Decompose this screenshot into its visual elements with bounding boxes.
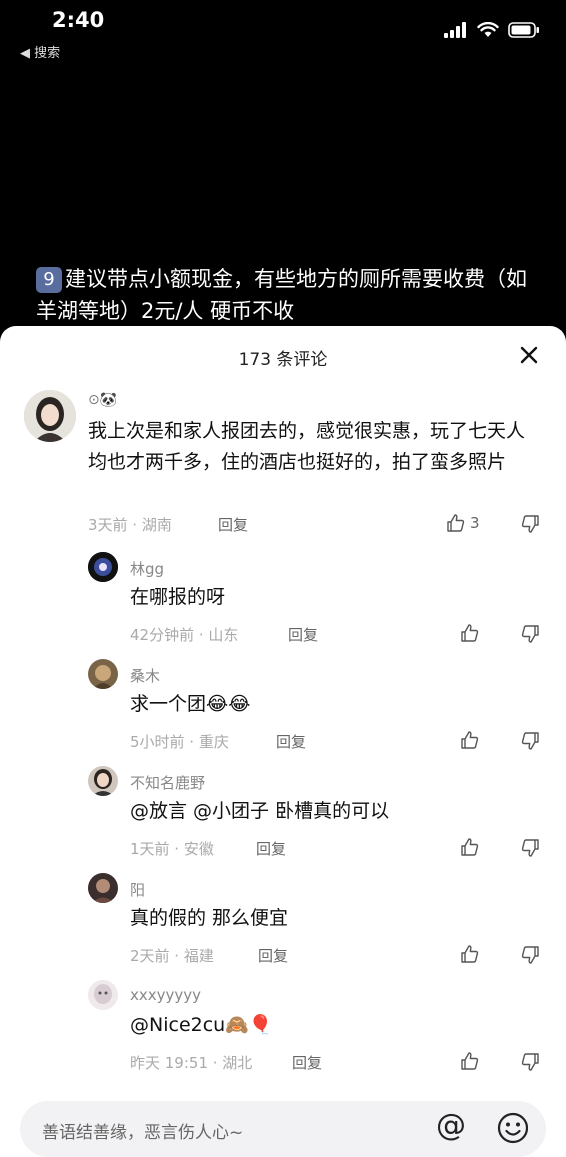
avatar[interactable] bbox=[24, 390, 76, 442]
reply-username: 阳 bbox=[130, 881, 146, 899]
thumbs-down-icon[interactable] bbox=[520, 945, 540, 965]
comment-input-bar: 善语结善缘，恶言伤人心~ @ bbox=[0, 1088, 566, 1157]
thumbs-down-icon[interactable] bbox=[520, 731, 540, 751]
reply-text: @放言 @小团子 卧槽真的可以 bbox=[130, 800, 390, 822]
thumbs-up-icon bbox=[447, 514, 465, 532]
reply-username: 林gg bbox=[130, 560, 165, 578]
reply-username: 不知名鹿野 bbox=[130, 774, 206, 792]
thumbs-down-icon[interactable] bbox=[520, 624, 540, 644]
reply-button[interactable]: 回复 bbox=[276, 731, 306, 752]
reply-time-location: 5小时前 · 重庆 bbox=[130, 733, 229, 751]
reply-text: 真的假的 那么便宜 bbox=[130, 907, 289, 929]
reply-time-location: 1天前 · 安徽 bbox=[130, 840, 214, 858]
reply-item: xxxyyyyy @Nice2cu🙈🎈 昨天 19:51 · 湖北 回复 bbox=[0, 976, 566, 1081]
avatar[interactable] bbox=[88, 659, 118, 689]
wifi-icon bbox=[477, 22, 499, 37]
status-icons bbox=[444, 22, 540, 38]
caption-text: 建议带点小额现金，有些地方的厕所需要收费（如羊湖等地）2元/人 硬币不收 bbox=[36, 267, 527, 323]
comment-input[interactable]: 善语结善缘，恶言伤人心~ @ bbox=[20, 1101, 546, 1157]
reply-text: @Nice2cu🙈🎈 bbox=[130, 1014, 273, 1036]
panda-icon: 🐼 bbox=[99, 392, 118, 408]
reply-button[interactable]: 回复 bbox=[258, 945, 288, 966]
reply-text: 求一个团😂😂 bbox=[130, 693, 251, 715]
reply-username: xxxyyyyy bbox=[130, 986, 202, 1004]
thumbs-up-icon[interactable] bbox=[460, 623, 480, 643]
comment-text: 我上次是和家人报团去的，感觉很实惠，玩了七天人均也才两千多，住的酒店也挺好的，拍… bbox=[88, 420, 526, 473]
reply-time-location: 42分钟前 · 山东 bbox=[130, 626, 239, 644]
thumbs-up-icon[interactable] bbox=[460, 944, 480, 964]
battery-icon bbox=[508, 22, 539, 38]
mention-button[interactable]: @ bbox=[436, 1108, 466, 1143]
emoji-icon[interactable] bbox=[496, 1111, 530, 1145]
user-mark-icon: ⊙ bbox=[88, 392, 100, 408]
thumbs-up-icon[interactable] bbox=[460, 837, 480, 857]
avatar[interactable] bbox=[88, 552, 118, 582]
post-caption: 9 建议带点小额现金，有些地方的厕所需要收费（如羊湖等地）2元/人 硬币不收 bbox=[36, 263, 546, 327]
username-badge-icons: ⊙🐼 bbox=[88, 392, 117, 408]
status-bar: 2:40 ◀ 搜索 bbox=[0, 0, 566, 61]
reply-button[interactable]: 回复 bbox=[292, 1052, 322, 1073]
reply-time-location: 昨天 19:51 · 湖北 bbox=[130, 1054, 253, 1072]
sheet-header: 173 条评论 bbox=[0, 326, 566, 384]
avatar-image bbox=[88, 552, 118, 582]
comment-count-title: 173 条评论 bbox=[238, 350, 328, 370]
comment-input-placeholder: 善语结善缘，恶言伤人心~ bbox=[42, 1123, 244, 1143]
reply-button[interactable]: 回复 bbox=[288, 624, 318, 645]
reply-button[interactable]: 回复 bbox=[256, 838, 286, 859]
reply-username: 桑木 bbox=[130, 667, 161, 685]
number-badge: 9 bbox=[36, 267, 62, 293]
signal-icon bbox=[444, 22, 466, 38]
close-icon[interactable] bbox=[518, 344, 540, 366]
avatar[interactable] bbox=[88, 980, 118, 1010]
reply-time-location: 2天前 · 福建 bbox=[130, 947, 214, 965]
thumbs-down-icon[interactable] bbox=[520, 1052, 540, 1072]
reply-item: 不知名鹿野 @放言 @小团子 卧槽真的可以 1天前 · 安徽 回复 bbox=[0, 762, 566, 867]
like-button[interactable]: 3 bbox=[446, 513, 480, 533]
avatar-image bbox=[88, 766, 118, 796]
comment-time-location: 3天前 · 湖南 bbox=[88, 516, 172, 534]
reply-item: 林gg 在哪报的呀 42分钟前 · 山东 回复 bbox=[0, 548, 566, 653]
thumbs-up-icon[interactable] bbox=[460, 730, 480, 750]
status-time: 2:40 bbox=[52, 8, 105, 32]
thumbs-up-icon[interactable] bbox=[460, 1051, 480, 1071]
avatar-image bbox=[88, 873, 118, 903]
avatar-image bbox=[88, 659, 118, 689]
avatar[interactable] bbox=[88, 873, 118, 903]
reply-button[interactable]: 回复 bbox=[218, 514, 248, 535]
like-count: 3 bbox=[470, 514, 480, 532]
comment-item: ⊙🐼 我上次是和家人报团去的，感觉很实惠，玩了七天人均也才两千多，住的酒店也挺好… bbox=[0, 386, 566, 546]
thumbs-down-icon[interactable] bbox=[520, 838, 540, 858]
comment-sheet: 173 条评论 ⊙🐼 我上次是和家人报团去的，感觉很实惠，玩了七天人均也才两千多… bbox=[0, 326, 566, 1157]
avatar[interactable] bbox=[88, 766, 118, 796]
reply-item: 桑木 求一个团😂😂 5小时前 · 重庆 回复 bbox=[0, 655, 566, 760]
avatar-image bbox=[24, 390, 76, 442]
back-to-search-link[interactable]: ◀ 搜索 bbox=[20, 42, 60, 61]
reply-text: 在哪报的呀 bbox=[130, 586, 226, 608]
reply-item: 阳 真的假的 那么便宜 2天前 · 福建 回复 bbox=[0, 869, 566, 974]
avatar-image bbox=[88, 980, 118, 1010]
thumbs-down-icon[interactable] bbox=[520, 514, 540, 534]
